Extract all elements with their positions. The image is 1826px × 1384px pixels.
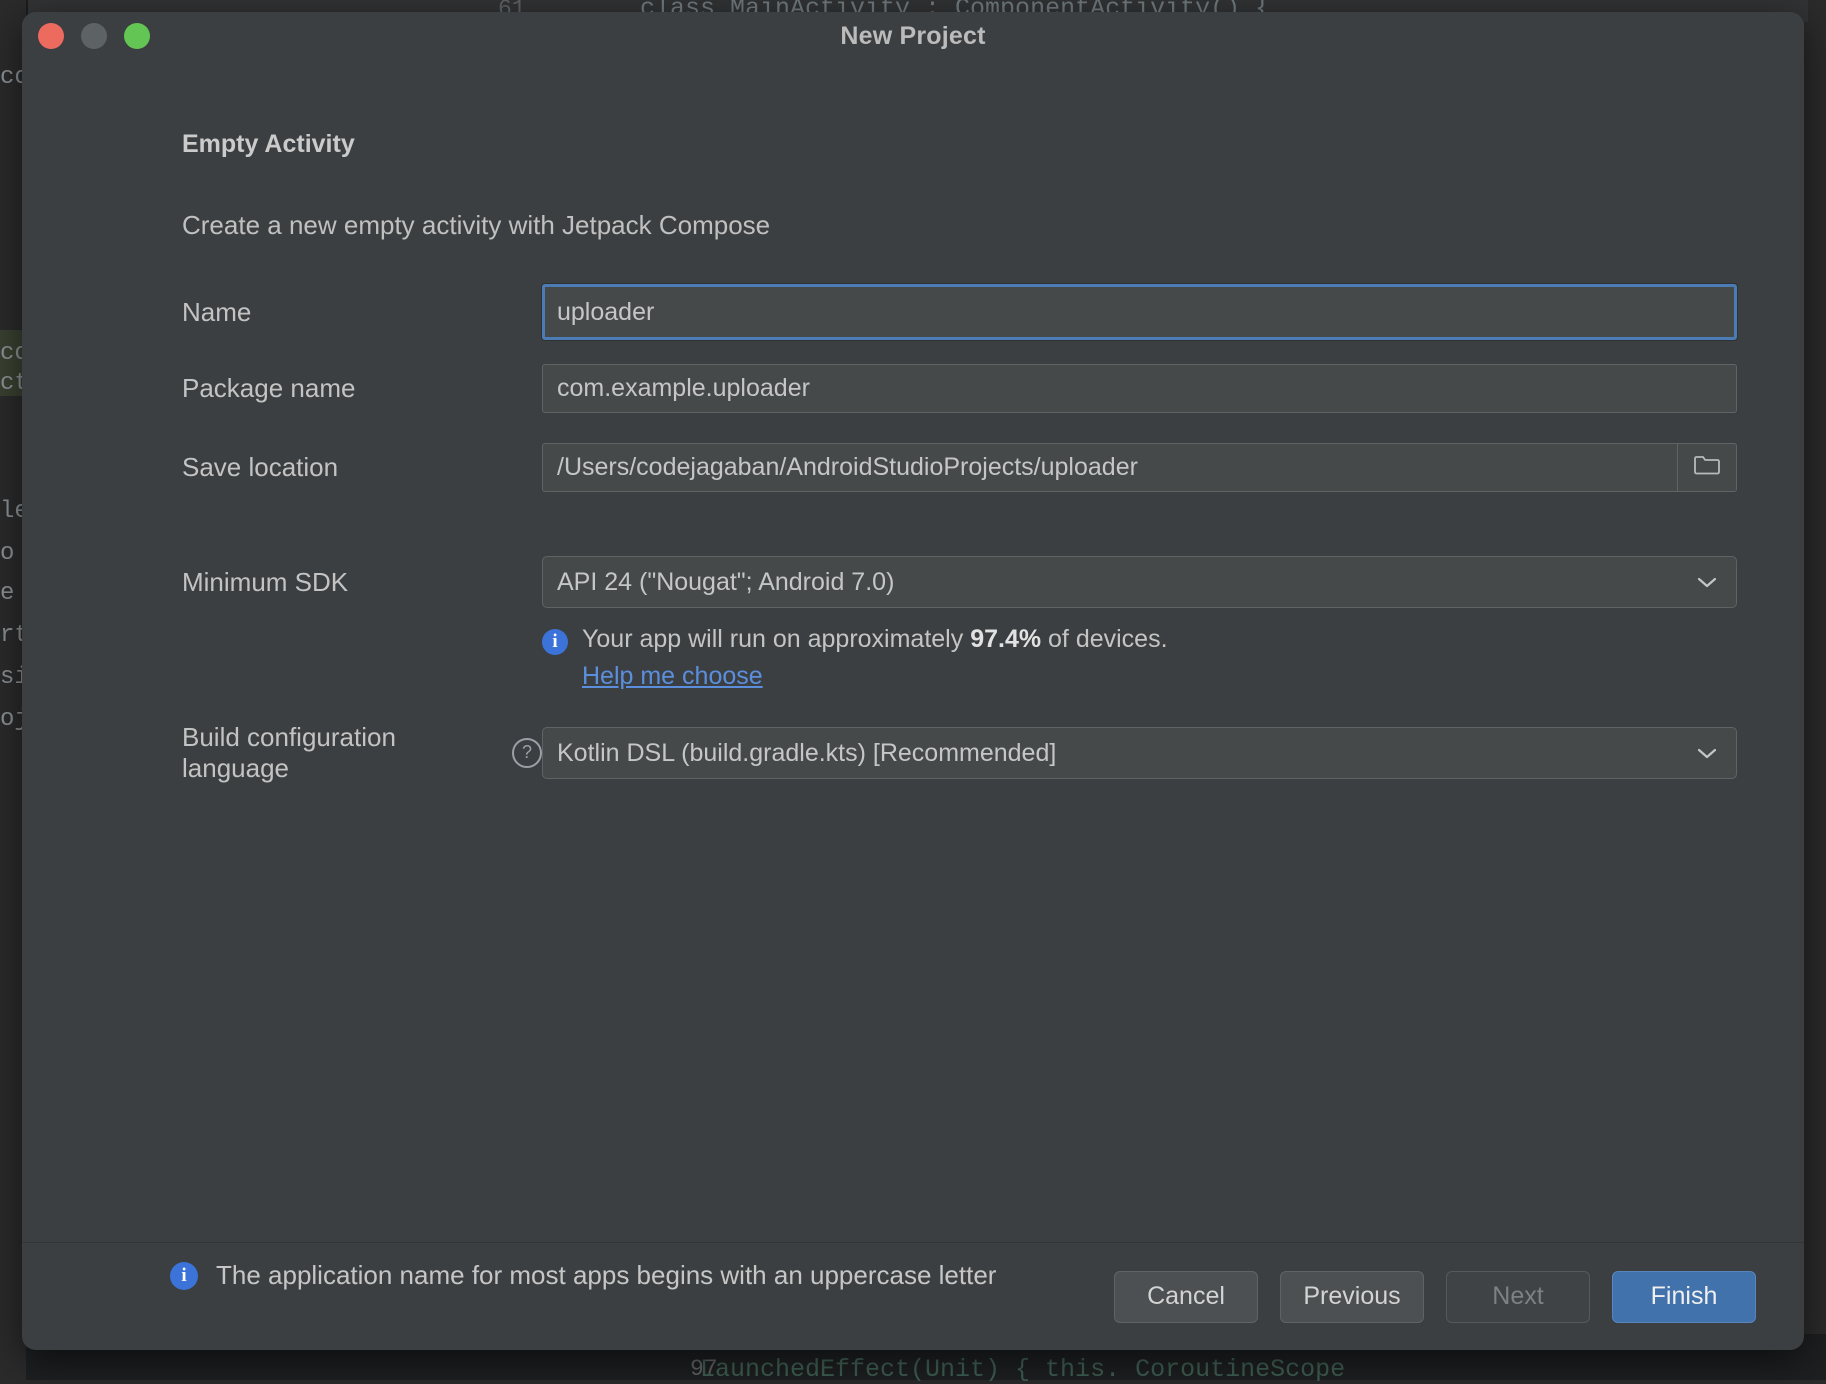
save-location-input-value: /Users/codejagaban/AndroidStudioProjects… bbox=[543, 453, 1138, 482]
dialog-footer: Cancel Previous Next Finish bbox=[22, 1242, 1804, 1350]
sdk-info-percentage: 97.4% bbox=[970, 625, 1041, 653]
save-location-label: Save location bbox=[182, 452, 542, 483]
minimum-sdk-dropdown[interactable]: API 24 ("Nougat"; Android 7.0) bbox=[542, 556, 1737, 608]
build-config-language-dropdown[interactable]: Kotlin DSL (build.gradle.kts) [Recommend… bbox=[542, 727, 1737, 779]
ide-right-strip bbox=[1808, 0, 1826, 1380]
browse-folder-button[interactable] bbox=[1677, 443, 1737, 492]
cancel-button[interactable]: Cancel bbox=[1114, 1271, 1258, 1323]
dialog-titlebar: New Project bbox=[22, 12, 1804, 62]
minimum-sdk-label: Minimum SDK bbox=[182, 567, 542, 598]
validation-hint: i The application name for most apps beg… bbox=[170, 1260, 996, 1291]
build-config-language-value: Kotlin DSL (build.gradle.kts) [Recommend… bbox=[543, 739, 1056, 768]
help-me-choose-link[interactable]: Help me choose bbox=[582, 662, 1168, 691]
minimum-sdk-value: API 24 ("Nougat"; Android 7.0) bbox=[543, 568, 894, 597]
dialog-body: Empty Activity Create a new empty activi… bbox=[22, 62, 1804, 1242]
finish-button[interactable]: Finish bbox=[1612, 1271, 1756, 1323]
chevron-down-icon bbox=[1696, 746, 1736, 760]
name-input[interactable]: uploader bbox=[542, 284, 1737, 340]
package-name-input-value: com.example.uploader bbox=[543, 374, 810, 403]
name-label: Name bbox=[182, 297, 542, 328]
build-config-language-label-text: Build configuration language bbox=[182, 722, 500, 784]
form-row-save-location: Save location /Users/codejagaban/Android… bbox=[182, 443, 1737, 492]
save-location-input[interactable]: /Users/codejagaban/AndroidStudioProjects… bbox=[542, 443, 1677, 492]
sdk-info-text: Your app will run on approximately 97.4%… bbox=[582, 625, 1168, 654]
form-row-package-name: Package name com.example.uploader bbox=[182, 364, 1737, 413]
sdk-info-block: Your app will run on approximately 97.4%… bbox=[582, 625, 1168, 691]
new-project-dialog: New Project Empty Activity Create a new … bbox=[22, 12, 1804, 1350]
package-name-input[interactable]: com.example.uploader bbox=[542, 364, 1737, 413]
info-icon: i bbox=[170, 1262, 198, 1290]
build-config-language-label: Build configuration language ? bbox=[182, 722, 542, 784]
validation-hint-text: The application name for most apps begin… bbox=[216, 1260, 996, 1291]
question-mark-icon[interactable]: ? bbox=[512, 738, 542, 768]
page-subtitle: Create a new empty activity with Jetpack… bbox=[182, 210, 770, 241]
previous-button[interactable]: Previous bbox=[1280, 1271, 1424, 1323]
sdk-device-coverage-info: i Your app will run on approximately 97.… bbox=[542, 625, 1168, 691]
form-row-minimum-sdk: Minimum SDK API 24 ("Nougat"; Android 7.… bbox=[182, 556, 1737, 608]
sdk-info-prefix: Your app will run on approximately bbox=[582, 625, 970, 653]
info-icon: i bbox=[542, 629, 568, 655]
form-row-build-configuration-language: Build configuration language ? Kotlin DS… bbox=[182, 722, 1737, 784]
next-button[interactable]: Next bbox=[1446, 1271, 1590, 1323]
sdk-info-suffix: of devices. bbox=[1041, 625, 1167, 653]
page-title: Empty Activity bbox=[182, 130, 355, 159]
name-input-value: uploader bbox=[545, 298, 654, 327]
folder-icon bbox=[1693, 453, 1721, 482]
chevron-down-icon bbox=[1696, 575, 1736, 589]
form-row-name: Name uploader bbox=[182, 284, 1737, 340]
package-name-label: Package name bbox=[182, 373, 542, 404]
dialog-title: New Project bbox=[22, 22, 1804, 51]
save-location-field-group: /Users/codejagaban/AndroidStudioProjects… bbox=[542, 443, 1737, 492]
